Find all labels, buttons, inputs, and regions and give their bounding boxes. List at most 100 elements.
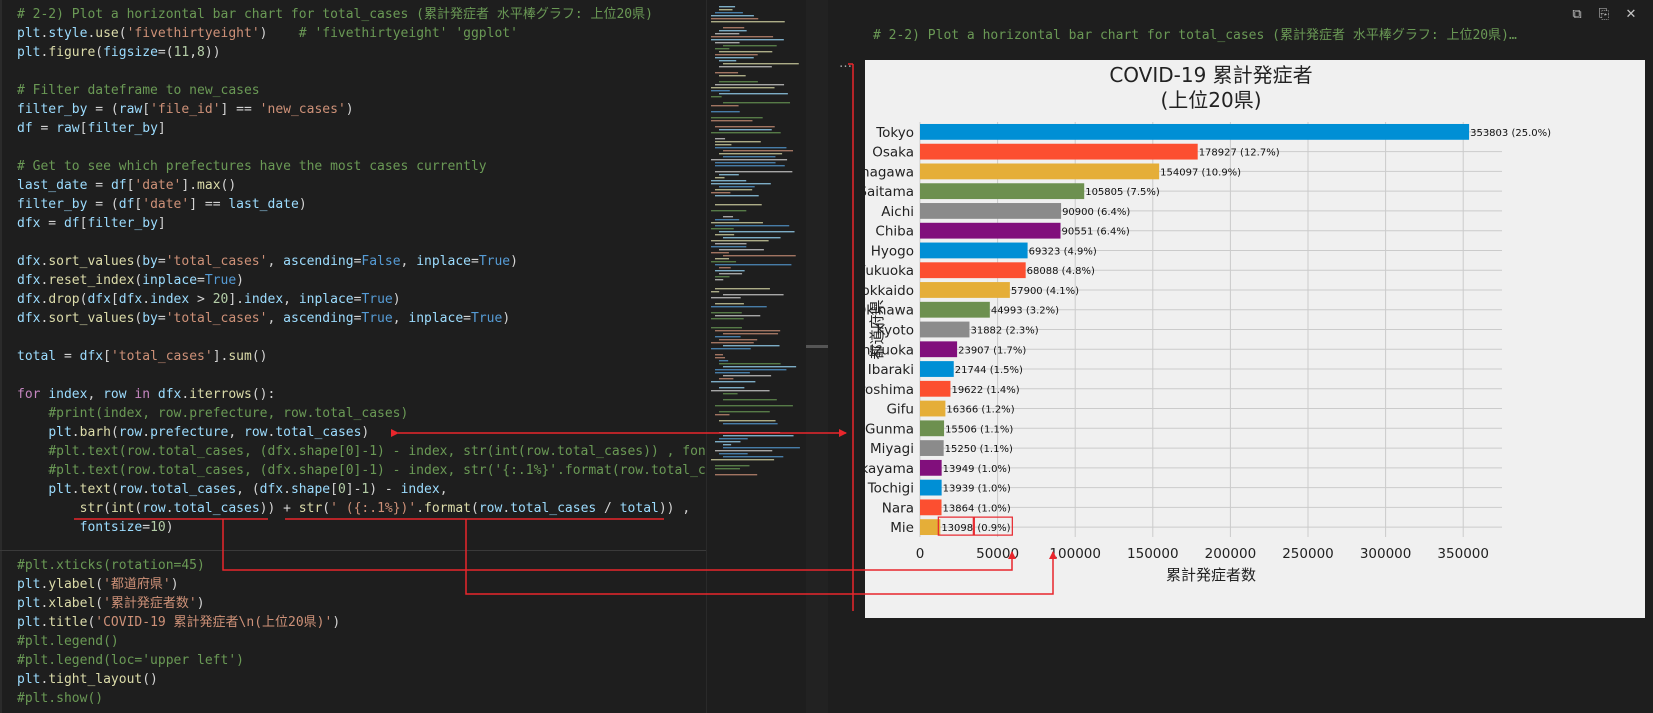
code-line[interactable]: plt.figure(figsize=(11,8))	[17, 43, 706, 62]
minimap-line	[711, 381, 756, 383]
code-line[interactable]: filter_by = (raw['file_id'] == 'new_case…	[17, 100, 706, 119]
data-label: 68088 (4.8%)	[1027, 266, 1095, 277]
code-line[interactable]: str(int(row.total_cases)) + str(' ({:.1%…	[17, 499, 706, 518]
minimap-line	[711, 390, 770, 392]
code-token: index	[244, 292, 284, 307]
code-line[interactable]: dfx = df[filter_by]	[17, 214, 706, 233]
code-line[interactable]: plt.tight_layout()	[17, 670, 706, 689]
bar-mie	[920, 519, 941, 536]
open-in-new-icon[interactable]: ⎘	[1593, 4, 1615, 26]
minimap-scrollbar[interactable]	[806, 0, 828, 713]
code-token: ]	[157, 121, 166, 136]
code-line[interactable]: plt.ylabel('都道府県')	[17, 575, 706, 594]
data-label: 13949 (1.0%)	[943, 464, 1011, 475]
data-label: 90900 (6.4%)	[1062, 207, 1130, 218]
code-line[interactable]	[17, 233, 706, 252]
code-line[interactable]: filter_by = (df['date'] == last_date)	[17, 195, 706, 214]
code-line[interactable]: #plt.text(row.total_cases, (dfx.shape[0]…	[17, 461, 706, 480]
code-line[interactable]	[17, 328, 706, 347]
code-line[interactable]: #plt.show()	[17, 689, 706, 708]
code-line[interactable]: last_date = df['date'].max()	[17, 176, 706, 195]
x-tick-label: 0	[916, 546, 925, 562]
minimap-line	[711, 96, 722, 98]
code-token: plt	[17, 615, 41, 630]
code-lines[interactable]: # 2-2) Plot a horizontal bar chart for t…	[17, 5, 706, 708]
minimap-line	[719, 378, 734, 380]
code-line[interactable]: # Filter dateframe to new_cases	[17, 81, 706, 100]
x-tick-label: 150000	[1127, 546, 1179, 562]
code-line[interactable]: # 2-2) Plot a horizontal bar chart for t…	[17, 5, 706, 24]
copy-icon[interactable]: ⧉	[1566, 4, 1588, 26]
minimap-line	[719, 93, 788, 95]
minimap-line	[719, 231, 795, 233]
close-icon[interactable]: ✕	[1620, 4, 1642, 26]
minimap-line	[723, 447, 800, 449]
y-tick-label: Nara	[882, 500, 914, 516]
code-token: by	[142, 254, 158, 269]
code-line[interactable]: #plt.legend(loc='upper left')	[17, 651, 706, 670]
code-editor[interactable]: # 2-2) Plot a horizontal bar chart for t…	[0, 0, 706, 713]
code-token: (	[110, 425, 119, 440]
minimap-line	[723, 63, 799, 65]
code-line[interactable]: #plt.legend()	[17, 632, 706, 651]
code-line[interactable]: # Get to see which prefectures have the …	[17, 157, 706, 176]
code-line[interactable]: plt.barh(row.prefecture, row.total_cases…	[17, 423, 706, 442]
code-line[interactable]: dfx.reset_index(inplace=True)	[17, 271, 706, 290]
code-line[interactable]: #plt.xticks(rotation=45)	[17, 556, 706, 575]
code-line[interactable]: dfx.sort_values(by='total_cases', ascend…	[17, 309, 706, 328]
x-tick-label: 250000	[1282, 546, 1334, 562]
code-token: =	[32, 121, 57, 136]
code-token: )	[332, 615, 341, 630]
code-line[interactable]: plt.text(row.total_cases, (dfx.shape[0]-…	[17, 480, 706, 499]
minimap-line	[715, 54, 758, 56]
code-line[interactable]	[17, 138, 706, 157]
code-token: filter_by	[87, 216, 158, 231]
code-line[interactable]: plt.title('COVID-19 累計発症者\n(上位20県)')	[17, 613, 706, 632]
minimap-line	[711, 342, 754, 344]
code-token: =	[157, 311, 166, 326]
code-token: .	[142, 482, 151, 497]
code-token: prefecture	[150, 425, 229, 440]
x-tick-label: 200000	[1205, 546, 1257, 562]
code-line[interactable]: dfx.sort_values(by='total_cases', ascend…	[17, 252, 706, 271]
code-token: total	[619, 501, 659, 516]
data-label: 31882 (2.3%)	[970, 326, 1038, 337]
code-token: .	[71, 425, 80, 440]
more-options-icon[interactable]: …	[839, 56, 852, 71]
minimap-line	[719, 438, 748, 440]
bar-hyogo	[920, 242, 1028, 259]
code-token: raw	[118, 102, 143, 117]
bar-chiba	[920, 222, 1061, 239]
code-line[interactable]	[17, 366, 706, 385]
code-line[interactable]: for index, row in dfx.iterrows():	[17, 385, 706, 404]
code-token: row	[244, 425, 268, 440]
code-line[interactable]: plt.style.use('fivethirtyeight') # 'five…	[17, 24, 706, 43]
code-line[interactable]	[17, 537, 706, 556]
minimap[interactable]	[706, 0, 807, 713]
minimap-line	[711, 297, 741, 299]
minimap-line	[715, 369, 787, 371]
minimap-line	[719, 363, 781, 365]
code-line[interactable]: fontsize=10)	[17, 518, 706, 537]
code-line[interactable]: plt.xlabel('累計発症者数')	[17, 594, 706, 613]
code-line[interactable]: dfx.drop(dfx[dfx.index > 20].index, inpl…	[17, 290, 706, 309]
minimap-line	[723, 393, 738, 395]
minimap-line	[723, 375, 772, 377]
minimap-line	[711, 87, 775, 89]
scrollbar-thumb[interactable]	[806, 345, 828, 348]
y-tick-label: Chiba	[875, 224, 914, 240]
x-tick-label: 50000	[976, 546, 1019, 562]
code-line[interactable]	[17, 62, 706, 81]
bar-gunma	[920, 420, 945, 437]
code-line[interactable]: #plt.text(row.total_cases, (dfx.shape[0]…	[17, 442, 706, 461]
code-token: ()	[220, 178, 237, 193]
code-token: row	[142, 501, 166, 516]
code-line[interactable]: total = dfx['total_cases'].sum()	[17, 347, 706, 366]
code-line[interactable]: df = raw[filter_by]	[17, 119, 706, 138]
code-token: 10	[150, 520, 166, 535]
y-tick-label: Gunma	[865, 421, 914, 437]
minimap-line	[719, 6, 736, 8]
code-line[interactable]: #print(index, row.prefecture, row.total_…	[17, 404, 706, 423]
